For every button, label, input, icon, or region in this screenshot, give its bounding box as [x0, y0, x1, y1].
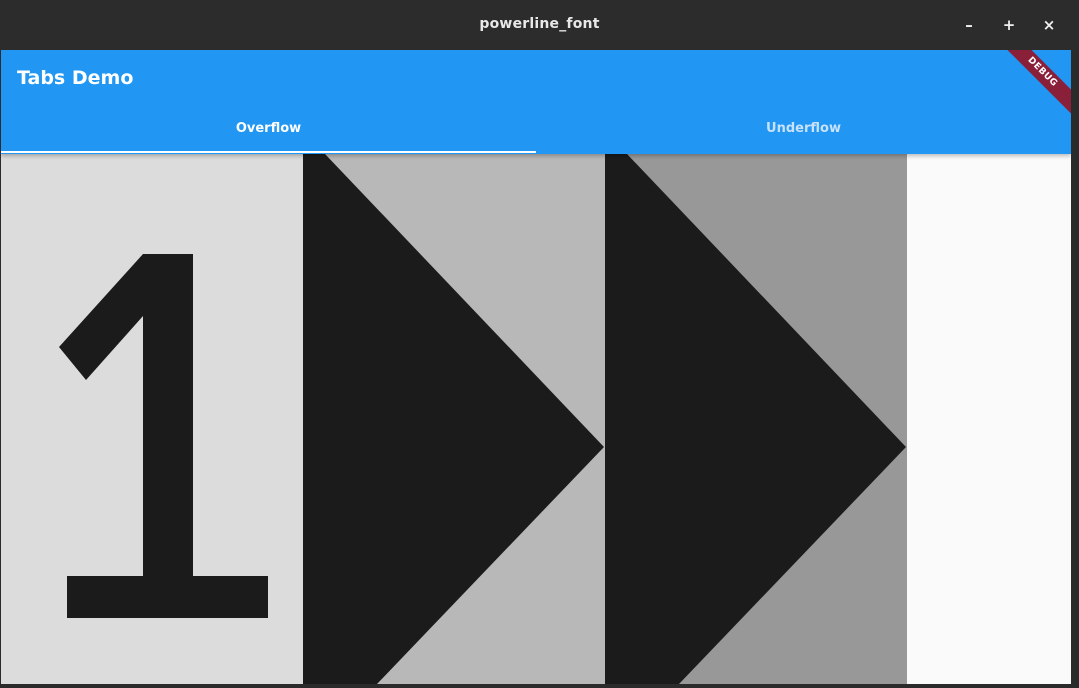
tab-content: 1: [1, 154, 1071, 684]
tab-overflow-label: Overflow: [235, 121, 302, 136]
tab-underflow[interactable]: Underflow: [536, 106, 1071, 154]
window-title: powerline_font: [479, 16, 600, 32]
tab-overflow[interactable]: Overflow: [1, 106, 536, 154]
app-title: Tabs Demo: [17, 67, 134, 89]
maximize-button[interactable]: +: [996, 12, 1022, 38]
powerline-segment-3: [605, 154, 907, 684]
powerline-arrow-icon: [605, 154, 906, 684]
app-bar: Tabs Demo Overflow Underflow DEBUG: [1, 50, 1071, 154]
tab-indicator: [1, 151, 536, 153]
digit-one-glyph: 1: [59, 254, 268, 618]
minimize-button[interactable]: –: [956, 12, 982, 38]
window-titlebar: powerline_font – + ×: [0, 0, 1079, 50]
tab-underflow-label: Underflow: [766, 121, 841, 136]
powerline-segment-1: 1: [1, 154, 303, 684]
powerline-arrow-icon: [303, 154, 604, 684]
app-window: Tabs Demo Overflow Underflow DEBUG 1: [1, 50, 1071, 684]
close-button[interactable]: ×: [1036, 12, 1062, 38]
powerline-segment-2: [303, 154, 605, 684]
